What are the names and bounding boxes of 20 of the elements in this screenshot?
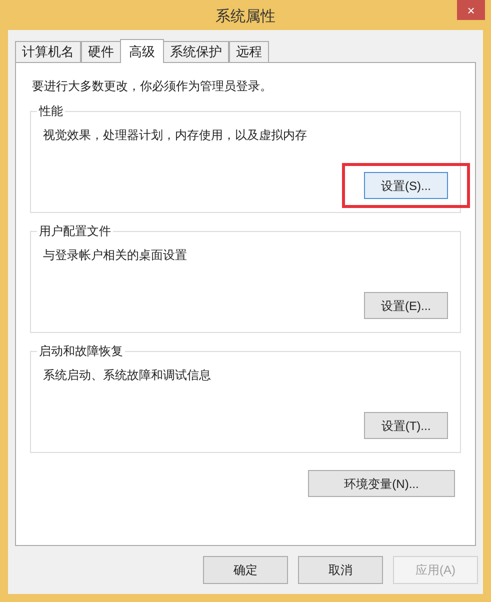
tab[interactable]: 高级 — [120, 39, 164, 63]
environment-variables-button[interactable]: 环境变量(N)... — [308, 470, 455, 497]
settings-button[interactable]: 设置(S)... — [364, 172, 448, 199]
settings-button[interactable]: 设置(T)... — [364, 412, 448, 439]
window-title: 系统属性 — [216, 6, 276, 27]
group-description: 与登录帐户相关的桌面设置 — [43, 247, 188, 264]
tab[interactable]: 系统保护 — [163, 41, 229, 62]
notice-text: 要进行大多数更改，你必须作为管理员登录。 — [32, 78, 273, 95]
dialog-button[interactable]: 确定 — [203, 556, 288, 584]
group-title: 性能 — [37, 103, 65, 119]
settings-button[interactable]: 设置(E)... — [364, 292, 448, 319]
group-description: 系统启动、系统故障和调试信息 — [43, 367, 212, 384]
close-button[interactable]: × — [457, 0, 485, 20]
tab[interactable]: 计算机名 — [15, 41, 81, 62]
tab[interactable]: 硬件 — [81, 41, 121, 62]
tab[interactable]: 远程 — [229, 41, 269, 62]
group-title: 用户配置文件 — [37, 223, 113, 239]
group-description: 视觉效果，处理器计划，内存使用，以及虚拟内存 — [43, 127, 308, 144]
dialog-button[interactable]: 取消 — [298, 556, 383, 584]
group-title: 启动和故障恢复 — [37, 343, 125, 359]
